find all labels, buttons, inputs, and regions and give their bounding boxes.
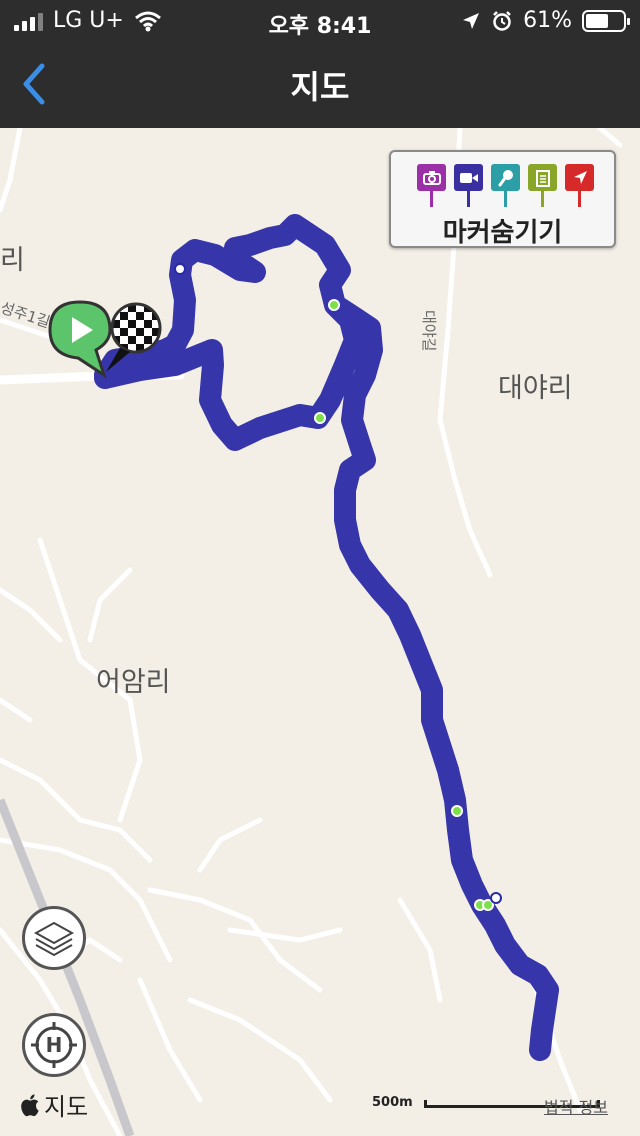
maps-brand-label: 지도 <box>44 1093 89 1121</box>
status-bar: LG U+ 오후 8:41 61% <box>0 0 640 44</box>
road-network <box>0 128 623 1136</box>
app: LG U+ 오후 8:41 61% 지도 리 대야리 어암리 성주1길 대야길 … <box>0 0 640 1136</box>
battery-icon <box>582 9 630 32</box>
layers-icon <box>33 921 75 957</box>
road-label-daeya: 대야길 <box>420 310 438 352</box>
maps-brand: 지도 <box>20 1087 88 1122</box>
place-label-daeya-ri: 대야리 <box>498 373 573 404</box>
page-title: 지도 <box>290 68 350 106</box>
location-arrow-icon <box>463 12 480 29</box>
camera-icon <box>422 170 441 185</box>
note-marker-pin <box>528 164 557 210</box>
place-label-eoam-ri: 어암리 <box>96 667 171 698</box>
microphone-icon <box>498 169 513 186</box>
nav-bar: 지도 <box>0 44 640 128</box>
video-icon <box>459 172 478 183</box>
home-button[interactable]: H <box>22 1013 86 1077</box>
svg-text:H: H <box>46 1033 63 1057</box>
start-play-icon[interactable] <box>48 300 112 379</box>
navigation-arrow-icon <box>573 170 587 184</box>
map-view[interactable]: 리 대야리 어암리 성주1길 대야길 <box>0 128 640 1136</box>
microphone-marker-pin <box>491 164 520 210</box>
gps-track <box>94 214 559 1061</box>
legal-link[interactable]: 법적 정보 <box>544 1094 608 1118</box>
place-label-ri: 리 <box>0 245 25 276</box>
map-canvas <box>0 128 623 1136</box>
note-icon <box>535 169 550 187</box>
marker-hide-label: 마커숨기기 <box>442 218 563 248</box>
navigation-marker-pin <box>565 164 594 210</box>
scale-label: 500m <box>372 1095 413 1110</box>
layers-button[interactable] <box>22 906 86 970</box>
marker-pins <box>417 164 594 210</box>
video-marker-pin <box>454 164 483 210</box>
alarm-icon <box>493 10 511 31</box>
status-right: 61% <box>461 8 630 33</box>
apple-logo-icon <box>21 1093 39 1116</box>
marker-hide-button[interactable]: 마커숨기기 <box>389 150 616 248</box>
camera-marker-pin <box>417 164 446 210</box>
home-crosshair-icon: H <box>31 1022 77 1068</box>
battery-percent: 61% <box>523 8 572 33</box>
